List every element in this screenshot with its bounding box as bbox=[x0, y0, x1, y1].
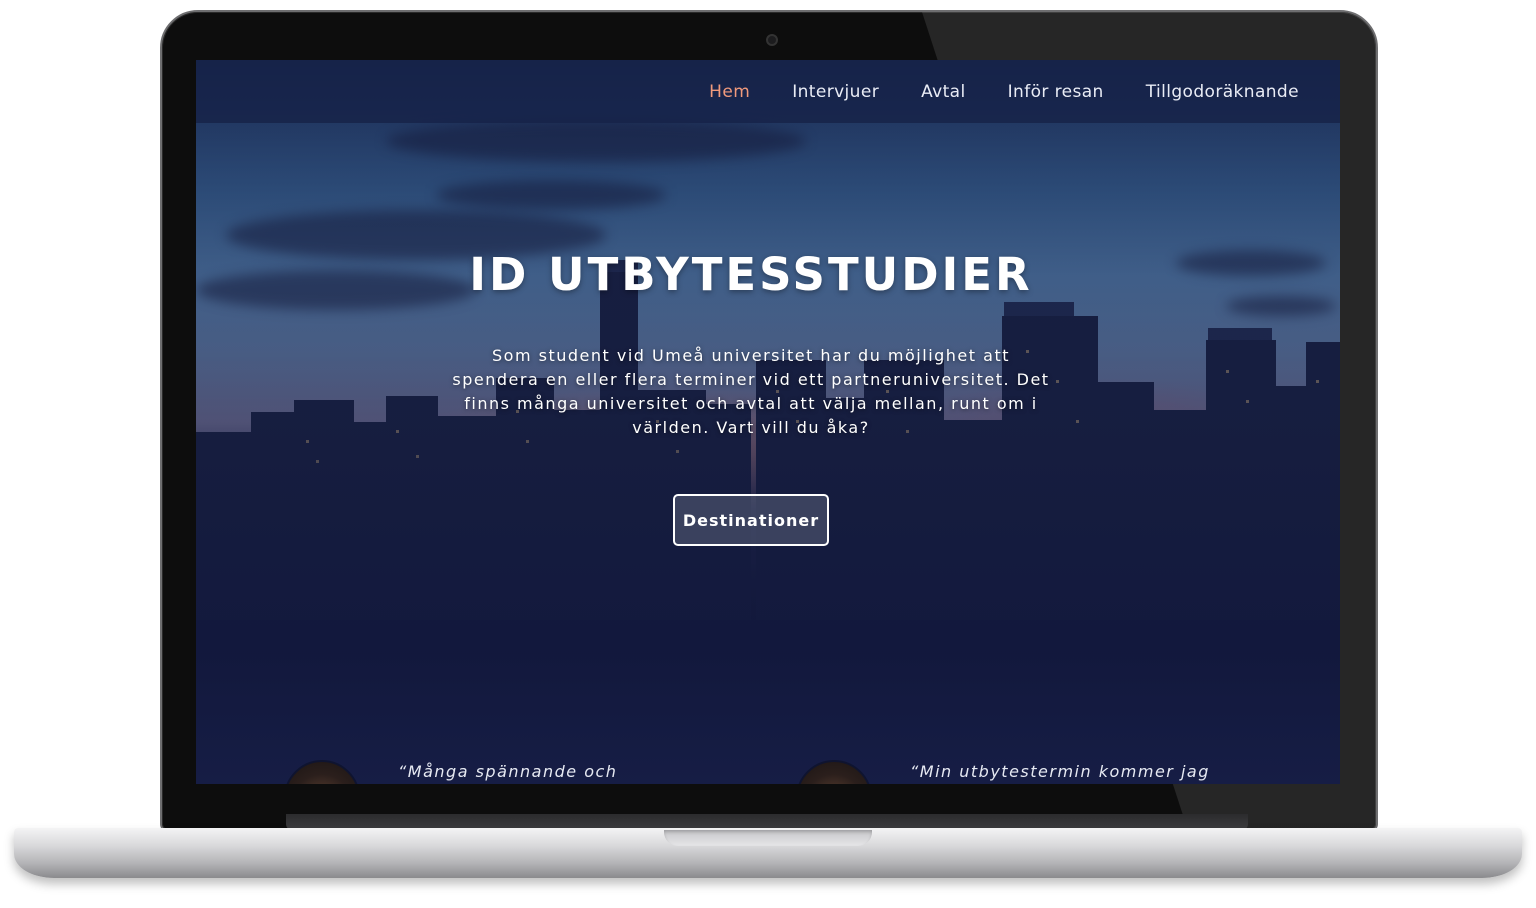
website-screen: Hem Intervjuer Avtal Inför resan Tillgod… bbox=[196, 60, 1340, 784]
nav-item-hem[interactable]: Hem bbox=[688, 82, 771, 102]
destinations-button[interactable]: Destinationer bbox=[673, 494, 829, 546]
quote-text: “Många spännande och bbox=[398, 762, 618, 781]
laptop-notch bbox=[664, 830, 872, 846]
nav-item-infor-resan[interactable]: Inför resan bbox=[987, 82, 1125, 102]
nav-item-intervjuer[interactable]: Intervjuer bbox=[771, 82, 900, 102]
hero-title: ID UTBYTESSTUDIER bbox=[469, 248, 1033, 301]
camera-icon bbox=[766, 34, 778, 46]
laptop-mockup: Hem Intervjuer Avtal Inför resan Tillgod… bbox=[0, 0, 1536, 908]
quote-text: “Min utbytestermin kommer jag bbox=[910, 762, 1210, 781]
nav-item-avtal[interactable]: Avtal bbox=[900, 82, 987, 102]
main-navigation: Hem Intervjuer Avtal Inför resan Tillgod… bbox=[196, 60, 1340, 123]
hero-description: Som student vid Umeå universitet har du … bbox=[452, 346, 1050, 437]
nav-item-tillgodoraknande[interactable]: Tillgodoräknande bbox=[1125, 82, 1320, 102]
